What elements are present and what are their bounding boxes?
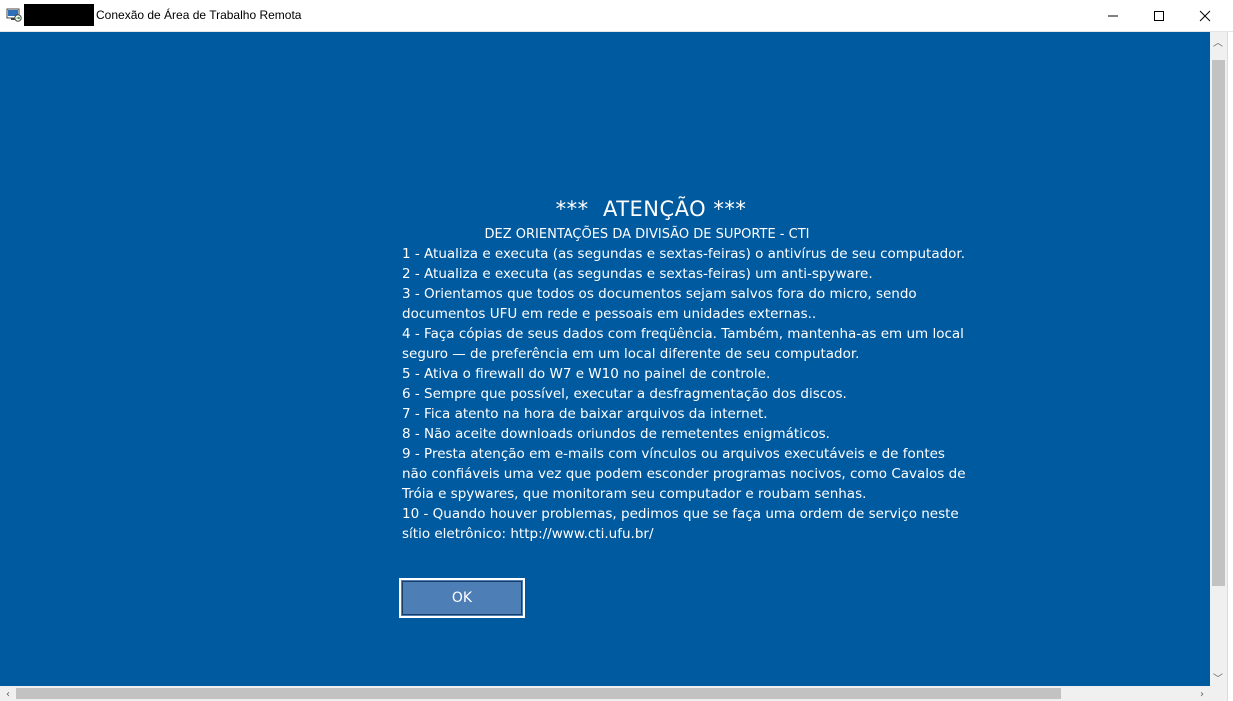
scrollbar-corner (1210, 686, 1227, 701)
list-item: 9 - Presta atenção em e-mails com víncul… (402, 446, 966, 502)
minimize-icon (1108, 15, 1118, 16)
list-item: 3 - Orientamos que todos os documentos s… (402, 286, 917, 322)
list-item: 4 - Faça cópias de seus dados com freqüê… (402, 326, 964, 362)
scroll-right-icon[interactable]: › (1195, 687, 1209, 701)
list-item: 8 - Não aceite downloads oriundos de rem… (402, 426, 830, 442)
list-item: 7 - Fica atento na hora de baixar arquiv… (402, 406, 768, 422)
window-edge (1227, 32, 1233, 701)
remote-desktop-icon (6, 8, 22, 22)
title-bar: Conexão de Área de Trabalho Remota (0, 0, 1233, 32)
list-item: 10 - Quando houver problemas, pedimos qu… (402, 506, 959, 542)
maximize-button[interactable] (1136, 0, 1182, 31)
notice-list: 1 - Atualiza e executa (as segundas e se… (402, 244, 972, 544)
list-item: 6 - Sempre que possível, executar a desf… (402, 386, 847, 402)
ok-button[interactable]: OK (399, 578, 525, 618)
horizontal-scroll-thumb[interactable] (16, 688, 1061, 699)
list-item: 1 - Atualiza e executa (as segundas e se… (402, 246, 966, 262)
notice-content: *** ATENÇÃO *** DEZ ORIENTAÇÕES DA DIVIS… (402, 197, 972, 544)
remote-desktop-area: *** ATENÇÃO *** DEZ ORIENTAÇÕES DA DIVIS… (0, 32, 1210, 686)
scroll-left-icon[interactable]: ‹ (1, 687, 15, 701)
close-icon (1199, 10, 1211, 21)
vertical-scroll-thumb[interactable] (1212, 60, 1225, 586)
notice-heading: *** ATENÇÃO *** (555, 197, 747, 221)
scroll-up-icon[interactable]: ︿ (1211, 34, 1225, 49)
maximize-icon (1154, 10, 1164, 21)
close-button[interactable] (1182, 0, 1228, 31)
minimize-button[interactable] (1090, 0, 1136, 31)
list-item: 2 - Atualiza e executa (as segundas e se… (402, 266, 873, 282)
redacted-computer-name (24, 4, 94, 26)
notice-subheading: DEZ ORIENTAÇÕES DA DIVISÃO DE SUPORTE - … (484, 227, 810, 242)
list-item: 5 - Ativa o firewall do W7 e W10 no pain… (402, 366, 771, 382)
scroll-down-icon[interactable]: ﹀ (1211, 670, 1225, 685)
window-title: Conexão de Área de Trabalho Remota (96, 8, 302, 22)
